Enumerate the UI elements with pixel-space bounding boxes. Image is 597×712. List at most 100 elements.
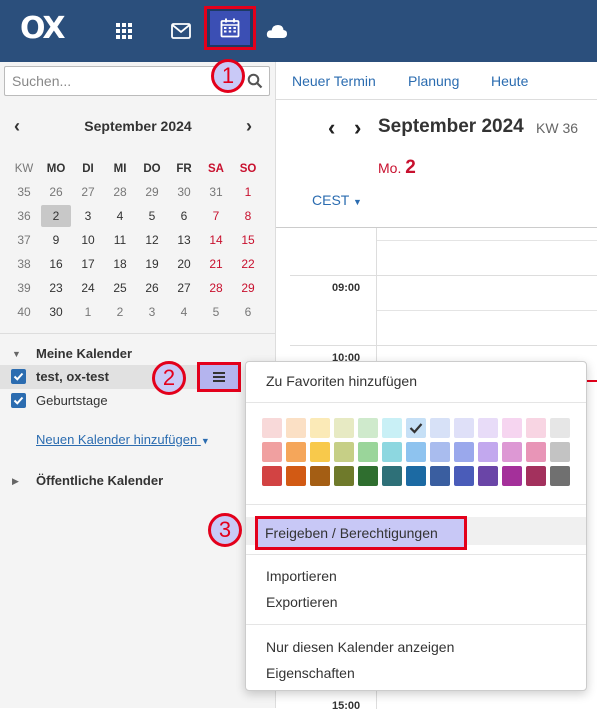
calendar-item-birthdays[interactable]: Geburtstage <box>0 389 276 413</box>
color-swatch[interactable] <box>478 466 498 486</box>
color-swatch[interactable] <box>454 442 474 462</box>
day-cell[interactable]: 28 <box>104 180 136 204</box>
color-swatch[interactable] <box>286 442 306 462</box>
day-cell[interactable]: 29 <box>232 276 264 300</box>
menu-item-show-only-this[interactable]: Nur diesen Kalender anzeigen <box>266 639 454 655</box>
color-swatch[interactable] <box>430 466 450 486</box>
checkbox-checked-icon[interactable] <box>11 369 26 384</box>
apps-grid-icon[interactable] <box>112 19 136 43</box>
color-swatch[interactable] <box>334 418 354 438</box>
mail-icon[interactable] <box>169 19 193 43</box>
day-cell[interactable]: 20 <box>168 252 200 276</box>
day-cell[interactable]: 6 <box>232 300 264 324</box>
day-header[interactable]: Mo. 2 <box>378 157 416 179</box>
next-month-icon[interactable]: › <box>246 116 252 137</box>
day-cell[interactable]: 6 <box>168 204 200 228</box>
color-swatch[interactable] <box>310 442 330 462</box>
day-cell[interactable]: 23 <box>40 276 72 300</box>
day-cell[interactable]: 5 <box>200 300 232 324</box>
color-swatch[interactable] <box>526 418 546 438</box>
color-swatch[interactable] <box>430 418 450 438</box>
day-cell[interactable]: 24 <box>72 276 104 300</box>
color-swatch[interactable] <box>358 418 378 438</box>
color-swatch[interactable] <box>478 418 498 438</box>
day-cell[interactable]: 5 <box>136 204 168 228</box>
day-cell[interactable]: 4 <box>104 204 136 228</box>
color-swatch[interactable] <box>502 418 522 438</box>
color-swatch[interactable] <box>358 442 378 462</box>
color-swatch[interactable] <box>478 442 498 462</box>
day-cell[interactable]: 18 <box>104 252 136 276</box>
color-swatch[interactable] <box>502 442 522 462</box>
prev-period-icon[interactable]: ‹ <box>328 115 335 141</box>
next-period-icon[interactable]: › <box>354 115 361 141</box>
day-cell[interactable]: 1 <box>232 180 264 204</box>
checkbox-checked-icon[interactable] <box>11 393 26 408</box>
day-cell[interactable]: 25 <box>104 276 136 300</box>
color-swatch[interactable] <box>382 466 402 486</box>
collapse-triangle-icon[interactable]: ▼ <box>12 349 21 359</box>
color-swatch[interactable] <box>406 442 426 462</box>
color-swatch[interactable] <box>310 466 330 486</box>
day-cell[interactable]: 30 <box>168 180 200 204</box>
color-swatch[interactable] <box>262 418 282 438</box>
day-cell[interactable]: 27 <box>72 180 104 204</box>
color-swatch[interactable] <box>406 466 426 486</box>
color-swatch[interactable] <box>430 442 450 462</box>
color-swatch[interactable] <box>526 466 546 486</box>
menu-item-properties[interactable]: Eigenschaften <box>266 665 355 681</box>
color-swatch[interactable] <box>358 466 378 486</box>
day-cell[interactable]: 4 <box>168 300 200 324</box>
planning-button[interactable]: Planung <box>408 73 459 89</box>
color-swatch[interactable] <box>502 466 522 486</box>
day-cell[interactable]: 26 <box>136 276 168 300</box>
add-calendar-link[interactable]: Neuen Kalender hinzufügen ▼ <box>36 432 210 447</box>
color-swatch[interactable] <box>286 418 306 438</box>
day-cell[interactable]: 2 <box>104 300 136 324</box>
day-cell[interactable]: 21 <box>200 252 232 276</box>
color-swatch[interactable] <box>262 442 282 462</box>
day-cell[interactable]: 14 <box>200 228 232 252</box>
color-swatch[interactable] <box>406 418 426 438</box>
day-cell[interactable]: 26 <box>40 180 72 204</box>
color-swatch[interactable] <box>310 418 330 438</box>
day-cell[interactable]: 31 <box>200 180 232 204</box>
cloud-icon[interactable] <box>265 19 289 43</box>
day-cell[interactable]: 15 <box>232 228 264 252</box>
day-cell[interactable]: 19 <box>136 252 168 276</box>
day-cell[interactable]: 2 <box>40 204 72 228</box>
menu-item-favorites[interactable]: Zu Favoriten hinzufügen <box>266 373 417 389</box>
day-cell[interactable]: 10 <box>72 228 104 252</box>
color-swatch[interactable] <box>454 418 474 438</box>
day-cell[interactable]: 9 <box>40 228 72 252</box>
day-cell[interactable]: 12 <box>136 228 168 252</box>
day-cell[interactable]: 22 <box>232 252 264 276</box>
color-swatch[interactable] <box>550 466 570 486</box>
color-swatch[interactable] <box>334 442 354 462</box>
day-cell[interactable]: 7 <box>200 204 232 228</box>
calendar-app-button[interactable] <box>204 6 256 50</box>
day-cell[interactable]: 27 <box>168 276 200 300</box>
search-icon[interactable] <box>247 73 263 89</box>
day-cell[interactable]: 13 <box>168 228 200 252</box>
expand-triangle-icon[interactable]: ▶ <box>12 476 19 487</box>
color-swatch[interactable] <box>382 418 402 438</box>
day-cell[interactable]: 11 <box>104 228 136 252</box>
color-swatch[interactable] <box>286 466 306 486</box>
color-swatch[interactable] <box>550 442 570 462</box>
new-appointment-button[interactable]: Neuer Termin <box>292 73 376 89</box>
day-cell[interactable]: 3 <box>72 204 104 228</box>
color-swatch[interactable] <box>382 442 402 462</box>
menu-item-import[interactable]: Importieren <box>266 568 337 584</box>
timezone-dropdown[interactable]: CEST ▼ <box>312 192 362 208</box>
today-button[interactable]: Heute <box>491 73 528 89</box>
day-cell[interactable]: 16 <box>40 252 72 276</box>
color-swatch[interactable] <box>550 418 570 438</box>
day-cell[interactable]: 30 <box>40 300 72 324</box>
day-cell[interactable]: 1 <box>72 300 104 324</box>
day-cell[interactable]: 17 <box>72 252 104 276</box>
color-swatch[interactable] <box>526 442 546 462</box>
color-swatch[interactable] <box>334 466 354 486</box>
color-swatch[interactable] <box>454 466 474 486</box>
color-swatch[interactable] <box>262 466 282 486</box>
